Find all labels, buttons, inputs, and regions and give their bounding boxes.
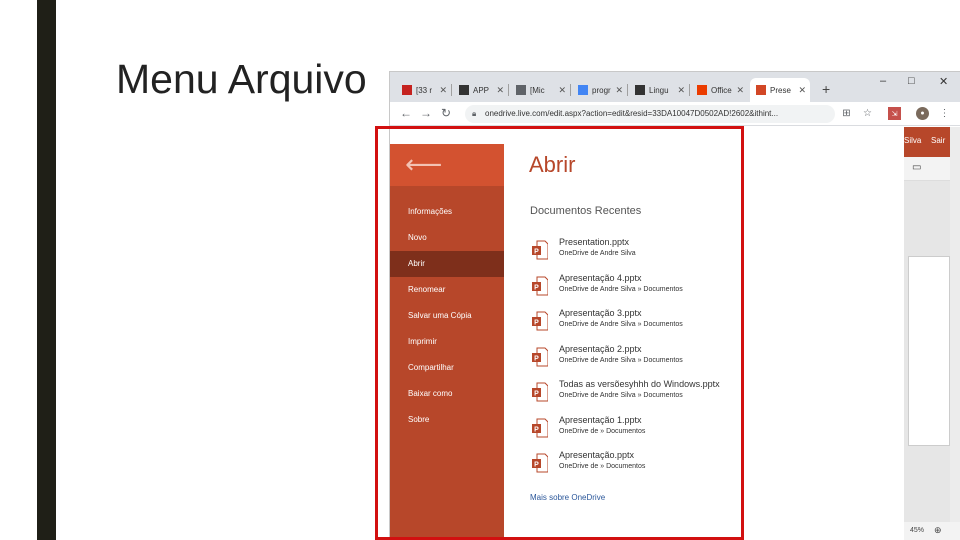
forward-icon[interactable]: → — [420, 106, 432, 120]
office-app-bar: Silva Sair — [904, 127, 950, 157]
slide-accent-bar — [37, 0, 56, 540]
slide-thumbnails-pane — [904, 181, 950, 540]
close-tab-icon[interactable]: ✕ — [798, 85, 806, 96]
tab-label: [33 r — [416, 85, 433, 95]
close-window-button[interactable]: ✕ — [939, 75, 948, 88]
close-tab-icon[interactable]: ✕ — [677, 85, 685, 96]
comment-icon[interactable]: ▭ — [912, 162, 921, 173]
close-tab-icon[interactable]: ✕ — [439, 85, 447, 96]
scrollbar[interactable] — [950, 127, 960, 540]
new-tab-button[interactable]: + — [822, 81, 830, 97]
address-bar: ← → ↻ 🔒︎ onedrive.live.com/edit.aspx?act… — [390, 102, 960, 126]
tab-label: progr — [592, 85, 611, 95]
tab-label: Prese — [770, 85, 791, 95]
browser-tab[interactable]: Lingu ✕ — [629, 78, 689, 102]
close-tab-icon[interactable]: ✕ — [615, 85, 623, 96]
pdf-extension-icon[interactable]: ⇲ — [888, 107, 901, 120]
ribbon: ▭ ⌕ — [904, 157, 950, 198]
url-text: onedrive.live.com/edit.aspx?action=edit&… — [485, 109, 779, 118]
reload-icon[interactable]: ↻ — [441, 106, 451, 120]
browser-tab[interactable]: [33 r ✕ — [396, 78, 451, 102]
mail-icon — [402, 85, 412, 95]
minimize-button[interactable]: – — [880, 75, 886, 87]
tab-separator — [627, 84, 628, 96]
close-tab-icon[interactable]: ✕ — [558, 85, 566, 96]
browser-tab[interactable]: [Mic ✕ — [510, 78, 570, 102]
tab-separator — [508, 84, 509, 96]
tab-bar: [33 r ✕ APP ✕ [Mic ✕ progr ✕ Lingu ✕ Office ✕ Prese ✕… — [390, 72, 960, 102]
browser-tab[interactable]: APP ✕ — [453, 78, 508, 102]
url-input[interactable]: 🔒︎ onedrive.live.com/edit.aspx?action=ed… — [465, 105, 835, 123]
slide-title: Menu Arquivo — [116, 56, 367, 102]
bookmark-star-icon[interactable]: ☆ — [861, 107, 874, 120]
close-tab-icon[interactable]: ✕ — [736, 85, 744, 96]
browser-tab[interactable]: Prese ✕ — [750, 78, 810, 102]
google-icon — [578, 85, 588, 95]
tab-separator — [451, 84, 452, 96]
tab-label: Office — [711, 85, 732, 95]
slide-thumbnail[interactable] — [908, 256, 950, 446]
zoom-level[interactable]: 45% — [910, 527, 924, 534]
tab-separator — [689, 84, 690, 96]
wikipedia-icon — [635, 85, 645, 95]
translate-icon[interactable]: ⊞ — [840, 107, 853, 120]
app-icon — [459, 85, 469, 95]
globe-icon — [516, 85, 526, 95]
tab-label: APP — [473, 85, 490, 95]
browser-tab[interactable]: progr ✕ — [572, 78, 627, 102]
menu-kebab-icon[interactable]: ⋮ — [938, 107, 951, 120]
tab-separator — [570, 84, 571, 96]
office-icon — [697, 85, 707, 95]
lock-icon: 🔒︎ — [472, 109, 477, 118]
signout-link[interactable]: Sair — [931, 136, 945, 145]
user-name[interactable]: Silva — [904, 136, 921, 145]
zoom-in-icon[interactable]: ⊕ — [934, 525, 942, 536]
avatar[interactable]: ● — [916, 107, 929, 120]
tab-label: Lingu — [649, 85, 669, 95]
tab-label: [Mic — [530, 85, 545, 95]
browser-tab[interactable]: Office ✕ — [691, 78, 748, 102]
maximize-button[interactable]: □ — [908, 75, 915, 87]
close-tab-icon[interactable]: ✕ — [496, 85, 504, 96]
status-bar: 45% ⊕ — [904, 522, 960, 540]
slide: Menu Arquivo [33 r ✕ APP ✕ [Mic ✕ progr ✕ Lingu ✕… — [0, 0, 960, 540]
highlight-frame — [375, 126, 744, 540]
powerpoint-icon — [756, 85, 766, 95]
back-icon[interactable]: ← — [400, 106, 412, 120]
